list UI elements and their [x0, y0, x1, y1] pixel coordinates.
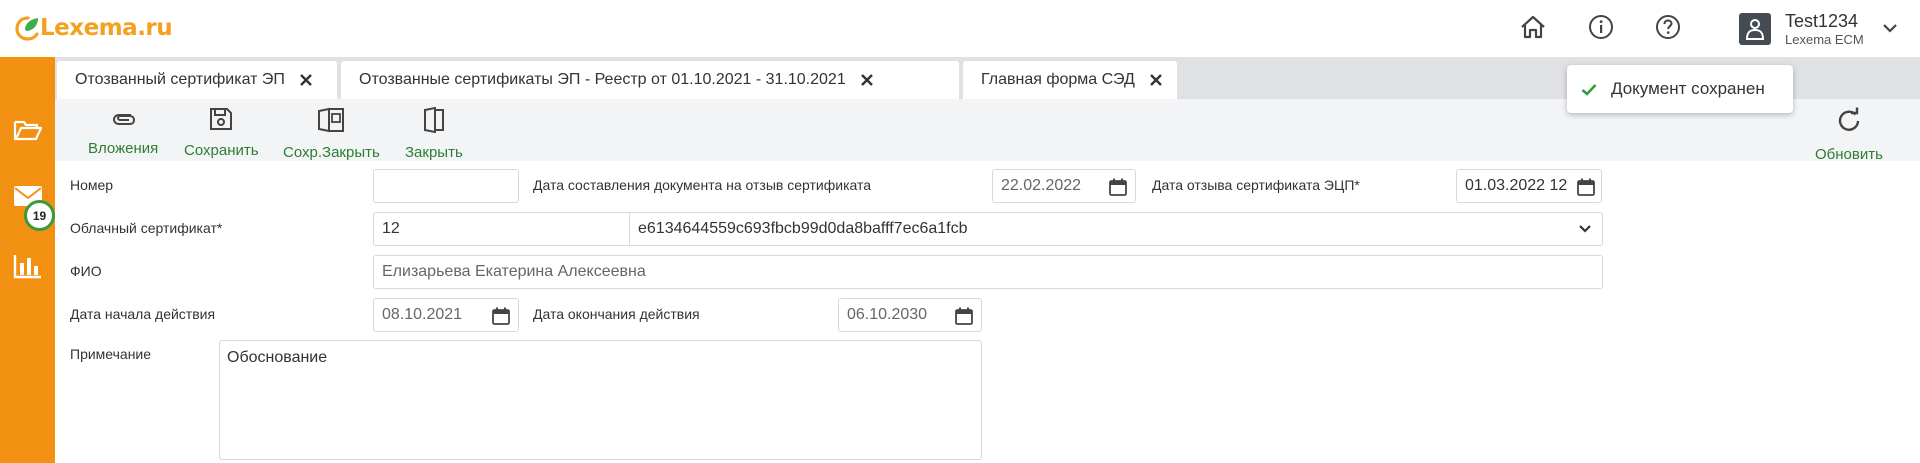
user-menu[interactable]: Test1234 Lexema ECM [1739, 10, 1898, 48]
sidebar-item-documents[interactable] [0, 112, 55, 152]
check-icon [1581, 83, 1597, 96]
sidebar: 19 [0, 57, 55, 463]
refresh-icon [1835, 107, 1863, 140]
note-textarea[interactable]: Обоснование [219, 340, 982, 460]
tab-label: Главная форма СЭД [981, 71, 1135, 88]
tab-revoked-certificate[interactable]: Отозванный сертификат ЭП [57, 61, 337, 99]
chart-icon [13, 253, 43, 284]
save-button[interactable]: Сохранить [184, 107, 259, 159]
calendar-icon[interactable] [1577, 178, 1595, 196]
save-label: Сохранить [184, 142, 259, 159]
save-close-label: Сохр.Закрыть [283, 144, 380, 161]
end-date-field[interactable]: 06.10.2030 [838, 298, 982, 332]
attachments-label: Вложения [88, 140, 159, 157]
home-icon[interactable] [1518, 12, 1548, 42]
folder-icon [13, 118, 43, 147]
note-label: Примечание [70, 346, 152, 362]
number-field[interactable] [373, 169, 519, 203]
sidebar-item-reports[interactable] [0, 248, 55, 288]
calendar-icon[interactable] [1109, 178, 1127, 196]
close-icon[interactable] [299, 73, 313, 87]
logo-text: Lexema [40, 15, 138, 41]
user-org: Lexema ECM [1785, 32, 1864, 47]
avatar [1739, 13, 1771, 45]
start-date-value: 08.10.2021 [382, 306, 463, 323]
logo-suffix: .ru [137, 15, 173, 41]
book-save-icon [317, 107, 345, 138]
cloud-cert-code-field[interactable]: 12 [373, 212, 629, 246]
chevron-down-icon[interactable] [1578, 224, 1592, 234]
user-name: Test1234 [1785, 11, 1859, 31]
certificate-form: Номер Дата составления документа на отзы… [55, 161, 1920, 463]
number-label: Номер [70, 177, 114, 193]
revoke-date-value: 01.03.2022 12 [1465, 177, 1568, 194]
calendar-icon[interactable] [492, 307, 510, 325]
revoke-date-field[interactable]: 01.03.2022 12 [1456, 169, 1602, 203]
tab-label: Отозванный сертификат ЭП [75, 71, 285, 88]
doc-date-label: Дата составления документа на отзыв серт… [533, 177, 872, 193]
logo-leaf-icon [13, 13, 43, 43]
floppy-disk-icon [209, 107, 233, 136]
close-button[interactable]: Закрыть [405, 106, 463, 161]
toast-message: Документ сохранен [1611, 79, 1765, 98]
app-header: Lexema.ru Test1234 Lexema ECM [0, 0, 1920, 57]
tab-label: Отозванные сертификаты ЭП - Реестр от 01… [359, 71, 846, 88]
doc-date-value: 22.02.2022 [1001, 177, 1082, 194]
paperclip-icon [109, 107, 137, 134]
tab-main-form[interactable]: Главная форма СЭД [963, 61, 1177, 99]
refresh-button[interactable]: Обновить [1815, 107, 1883, 163]
tab-revoked-registry[interactable]: Отозванные сертификаты ЭП - Реестр от 01… [341, 61, 959, 99]
cloud-cert-label: Облачный сертификат* [70, 220, 223, 236]
doc-date-field[interactable]: 22.02.2022 [992, 169, 1136, 203]
cloud-cert-value: e6134644559c693fbcb99d0da8bafff7ec6a1fcb [638, 220, 968, 237]
mail-count-badge[interactable]: 19 [24, 200, 55, 231]
close-icon[interactable] [1149, 73, 1163, 87]
cloud-cert-select[interactable]: e6134644559c693fbcb99d0da8bafff7ec6a1fcb [629, 212, 1603, 246]
door-icon [423, 106, 445, 138]
help-icon[interactable] [1653, 12, 1683, 42]
start-date-label: Дата начала действия [70, 306, 216, 322]
calendar-icon[interactable] [955, 307, 973, 325]
fio-label: ФИО [70, 263, 102, 279]
close-icon[interactable] [860, 73, 874, 87]
chevron-down-icon[interactable] [1882, 20, 1898, 38]
end-date-value: 06.10.2030 [847, 306, 928, 323]
end-date-label: Дата окончания действия [533, 306, 700, 322]
attachments-button[interactable]: Вложения [88, 107, 158, 157]
info-icon[interactable] [1586, 12, 1616, 42]
save-notification-toast: Документ сохранен [1567, 65, 1793, 113]
revoke-date-label: Дата отзыва сертификата ЭЦП* [1152, 177, 1360, 193]
start-date-field[interactable]: 08.10.2021 [373, 298, 519, 332]
fio-field[interactable]: Елизарьева Екатерина Алексеевна [373, 255, 1603, 289]
save-close-button[interactable]: Сохр.Закрыть [283, 107, 380, 161]
close-label: Закрыть [405, 144, 463, 161]
lexema-logo[interactable]: Lexema.ru [13, 12, 173, 44]
